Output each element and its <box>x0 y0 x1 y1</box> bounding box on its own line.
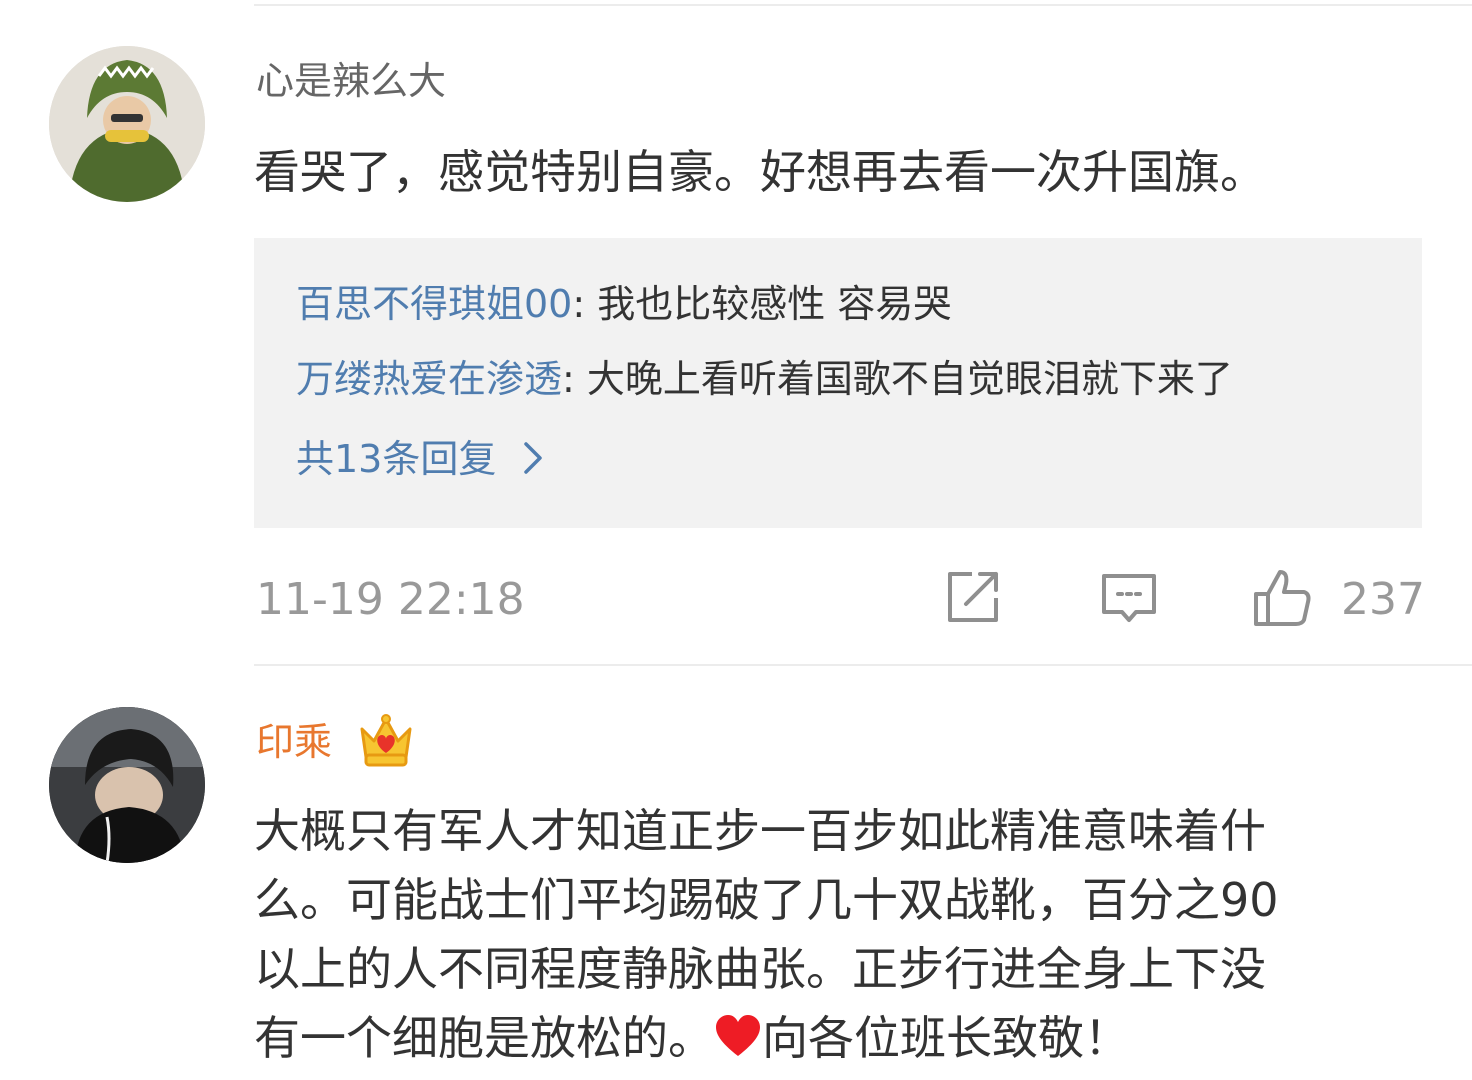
reply-item[interactable]: 百思不得琪姐00: 我也比较感性 容易哭 <box>296 282 951 326</box>
comment-text-line: 有一个细胞是放松的。 向各位班长致敬！ <box>254 1004 1279 1073</box>
comment-timestamp: 11-19 22:18 <box>256 574 525 625</box>
chevron-right-icon <box>524 442 543 474</box>
username[interactable]: 印乘 <box>256 723 332 761</box>
reply-username[interactable]: 万缕热爱在渗透 <box>296 357 562 401</box>
comment-divider <box>254 664 1472 666</box>
heart-icon <box>716 1015 760 1056</box>
comment-text: 看哭了，感觉特别自豪。好想再去看一次升国旗。 <box>254 145 1266 199</box>
view-all-replies-label: 共13条回复 <box>296 437 497 481</box>
reply-preview-box[interactable]: 百思不得琪姐00: 我也比较感性 容易哭 万缕热爱在渗透: 大晚上看听着国歌不自… <box>254 238 1422 528</box>
like-button[interactable] <box>1250 566 1314 634</box>
like-count: 237 <box>1341 574 1425 625</box>
comment-text-line: 以上的人不同程度静脉曲张。正步行进全身上下没 <box>254 942 1266 996</box>
avatar-image <box>49 46 205 202</box>
share-button[interactable] <box>942 566 1004 632</box>
comment-text-line: 么。可能战士们平均踢破了几十双战靴，百分之90 <box>254 873 1279 927</box>
vip-badge[interactable] <box>356 711 416 773</box>
reply-separator: : <box>562 357 587 401</box>
top-divider <box>254 4 1472 6</box>
comment-icon <box>1102 574 1156 622</box>
comment-text-segment: 向各位班长致敬！ <box>762 1011 1130 1065</box>
share-icon <box>948 572 998 622</box>
thumbs-up-icon <box>1254 570 1311 626</box>
reply-username[interactable]: 百思不得琪姐00 <box>296 282 572 326</box>
comment-button[interactable] <box>1098 566 1160 632</box>
comment-text-line: 大概只有军人才知道正步一百步如此精准意味着什 <box>254 804 1266 858</box>
comment-text-segment: 有一个细胞是放松的。 <box>254 1011 714 1065</box>
comment-text: 大概只有军人才知道正步一百步如此精准意味着什 么。可能战士们平均踢破了几十双战靴… <box>254 797 1279 1073</box>
reply-item[interactable]: 万缕热爱在渗透: 大晚上看听着国歌不自觉眼泪就下来了 <box>296 357 1233 401</box>
avatar[interactable] <box>49 707 205 863</box>
username[interactable]: 心是辣么大 <box>256 62 446 100</box>
avatar[interactable] <box>49 46 205 202</box>
view-all-replies-link[interactable]: 共13条回复 <box>296 437 548 481</box>
reply-separator: : <box>572 282 598 326</box>
crown-vip-icon <box>360 714 412 767</box>
reply-text: 大晚上看听着国歌不自觉眼泪就下来了 <box>586 357 1233 401</box>
reply-text: 我也比较感性 容易哭 <box>597 282 952 326</box>
avatar-image <box>49 707 205 863</box>
